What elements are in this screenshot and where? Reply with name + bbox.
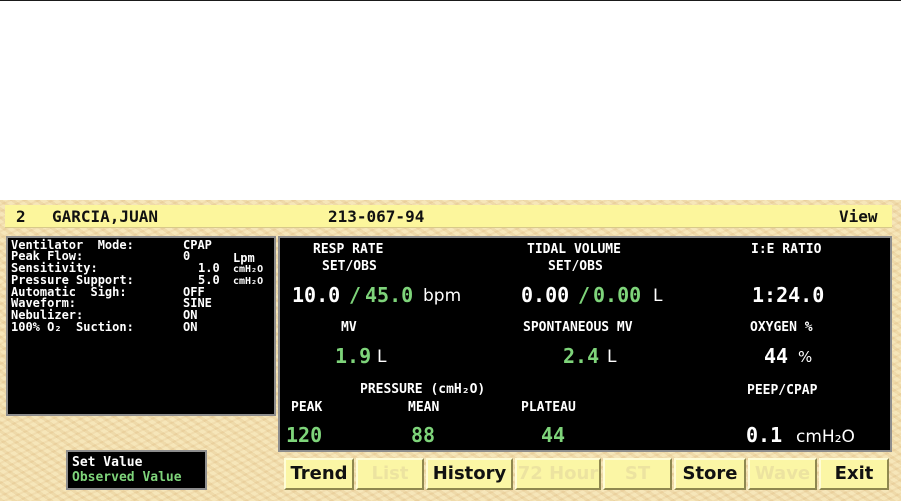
spontaneous-mv-label: SPONTANEOUS MV: [523, 320, 633, 335]
trend-button[interactable]: Trend: [284, 458, 354, 490]
patient-header: 2 GARCIA,JUAN 213-067-94 View: [5, 205, 892, 228]
oxygen-label: OXYGEN %: [750, 320, 813, 335]
resp-rate-sublabel: SET/OBS: [322, 259, 377, 274]
spontaneous-mv-value: 2.4: [563, 344, 600, 368]
resp-rate-observed-value: 45.0: [365, 283, 414, 307]
peak-label: PEAK: [291, 400, 323, 415]
suction-value: ON: [183, 320, 198, 334]
mean-label: MEAN: [408, 400, 440, 415]
resp-rate-set-value: 10.0: [292, 283, 341, 307]
sensitivity-unit: cmH₂O: [233, 264, 264, 275]
store-button[interactable]: Store: [674, 458, 746, 490]
suction-label: 100% O₂ Suction:: [11, 320, 134, 334]
peak-flow-unit: Lpm: [233, 251, 255, 265]
tidal-volume-sublabel: SET/OBS: [548, 259, 603, 274]
plateau-pressure-value: 44: [541, 423, 566, 447]
oxygen-value: 44: [764, 344, 789, 368]
observed-values-panel: RESP RATE SET/OBS 10.0 / 45.0 bpm TIDAL …: [278, 236, 892, 452]
pressure-label: PRESSURE (cmH₂O): [360, 382, 486, 397]
color-legend: Set Value Observed Value: [66, 450, 207, 490]
tidal-volume-set-value: 0.00: [521, 283, 570, 307]
ie-ratio-label: I:E RATIO: [751, 242, 822, 257]
peep-cpap-label: PEEP/CPAP: [747, 383, 818, 398]
ventilator-settings-panel: Ventilator Mode: CPAP Peak Flow: 0 Lpm S…: [6, 236, 276, 416]
monitor-screen: 2 GARCIA,JUAN 213-067-94 View Ventilator…: [0, 200, 901, 501]
exit-button[interactable]: Exit: [819, 458, 889, 490]
mv-value: 1.9: [335, 344, 372, 368]
peep-cpap-value: 0.1: [746, 423, 783, 447]
tidal-volume-unit: L: [653, 286, 663, 306]
resp-rate-label: RESP RATE: [313, 242, 384, 257]
mean-pressure-value: 88: [411, 423, 436, 447]
wave-button[interactable]: Wave: [748, 458, 817, 490]
view-button[interactable]: View: [839, 207, 878, 226]
patient-id: 213-067-94: [328, 207, 425, 226]
oxygen-unit: %: [798, 348, 813, 366]
legend-observed-value: Observed Value: [72, 470, 182, 485]
mv-unit: L: [377, 347, 387, 367]
spontaneous-mv-unit: L: [607, 347, 617, 367]
resp-rate-slash: /: [349, 283, 362, 307]
tidal-volume-observed-value: 0.00: [593, 283, 642, 307]
list-button[interactable]: List: [356, 458, 424, 490]
resp-rate-unit: bpm: [423, 286, 462, 306]
peak-flow-value: 0: [183, 249, 191, 263]
tidal-volume-slash: /: [578, 283, 591, 307]
ie-ratio-value: 1:24.0: [752, 283, 825, 307]
history-button[interactable]: History: [426, 458, 513, 490]
mv-label: MV: [341, 320, 357, 335]
st-button[interactable]: ST: [603, 458, 672, 490]
top-border-line: [0, 0, 901, 1]
peak-pressure-value: 120: [286, 423, 323, 447]
tidal-volume-label: TIDAL VOLUME: [527, 242, 621, 257]
plateau-label: PLATEAU: [521, 400, 576, 415]
patient-name: GARCIA,JUAN: [52, 207, 158, 226]
pressure-support-unit: cmH₂O: [233, 276, 264, 287]
72-hour-button[interactable]: 72 Hour: [515, 458, 601, 490]
peep-cpap-unit: cmH₂O: [796, 427, 855, 447]
legend-set-value: Set Value: [72, 455, 143, 470]
bed-number: 2: [16, 207, 26, 226]
